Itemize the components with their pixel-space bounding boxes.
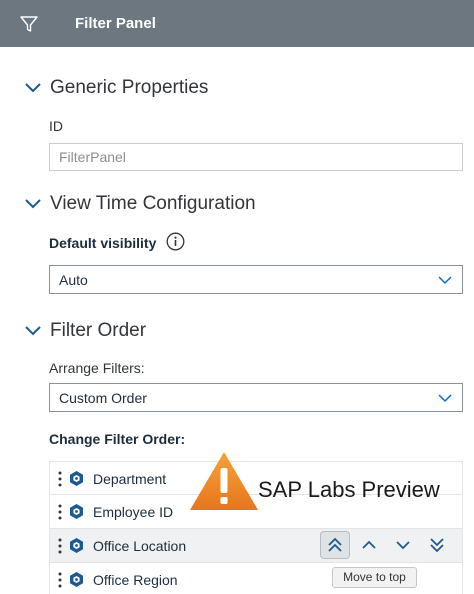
chevron-down-icon bbox=[25, 83, 41, 93]
id-label: ID bbox=[49, 118, 63, 134]
double-chevron-down-icon bbox=[430, 538, 444, 553]
drag-handle-icon[interactable] bbox=[58, 538, 62, 554]
chevron-down-icon bbox=[396, 541, 410, 550]
arrange-filters-label: Arrange Filters: bbox=[49, 360, 145, 376]
chevron-down-icon bbox=[438, 394, 452, 403]
dimension-icon bbox=[70, 471, 83, 486]
warning-icon bbox=[190, 452, 258, 510]
section-heading: Filter Order bbox=[50, 320, 147, 341]
section-view-time-configuration[interactable]: View Time Configuration bbox=[24, 193, 256, 215]
section-generic-properties[interactable]: Generic Properties bbox=[24, 77, 208, 99]
chevron-down-icon bbox=[25, 199, 41, 209]
drag-handle-icon[interactable] bbox=[58, 471, 62, 487]
dimension-icon bbox=[70, 572, 83, 587]
move-to-top-button[interactable] bbox=[320, 531, 350, 559]
panel-title: Filter Panel bbox=[75, 15, 156, 32]
move-up-button[interactable] bbox=[354, 531, 384, 559]
dimension-icon bbox=[70, 538, 83, 553]
drag-handle-icon[interactable] bbox=[58, 572, 62, 588]
filter-row-office-location[interactable]: Office Location bbox=[49, 529, 463, 563]
id-input[interactable]: FilterPanel bbox=[49, 143, 463, 171]
double-chevron-up-icon bbox=[328, 537, 342, 552]
change-filter-order-label: Change Filter Order: bbox=[49, 431, 186, 447]
filter-name: Employee ID bbox=[93, 504, 174, 520]
filter-name: Department bbox=[93, 471, 167, 487]
section-heading: View Time Configuration bbox=[50, 193, 256, 214]
info-icon[interactable] bbox=[166, 232, 185, 251]
arrange-filters-select[interactable]: Custom Order bbox=[49, 383, 463, 412]
dimension-icon bbox=[70, 504, 83, 519]
chevron-down-icon bbox=[438, 276, 452, 285]
section-heading: Generic Properties bbox=[50, 77, 209, 98]
chevron-up-icon bbox=[362, 540, 376, 549]
move-to-top-tooltip: Move to top bbox=[332, 567, 417, 588]
filter-name: Office Region bbox=[93, 572, 178, 588]
select-value: Auto bbox=[59, 272, 88, 288]
funnel-icon bbox=[20, 16, 38, 32]
select-value: Custom Order bbox=[59, 390, 147, 406]
default-visibility-select[interactable]: Auto bbox=[49, 265, 463, 294]
default-visibility-label: Default visibility bbox=[49, 235, 157, 251]
panel-header: Filter Panel bbox=[0, 0, 474, 47]
drag-handle-icon[interactable] bbox=[58, 504, 62, 520]
filter-name: Office Location bbox=[93, 538, 187, 554]
chevron-down-icon bbox=[25, 326, 41, 336]
move-to-bottom-button[interactable] bbox=[422, 531, 452, 559]
preview-watermark: SAP Labs Preview bbox=[258, 477, 440, 502]
section-filter-order[interactable]: Filter Order bbox=[24, 320, 146, 342]
move-down-button[interactable] bbox=[388, 531, 418, 559]
